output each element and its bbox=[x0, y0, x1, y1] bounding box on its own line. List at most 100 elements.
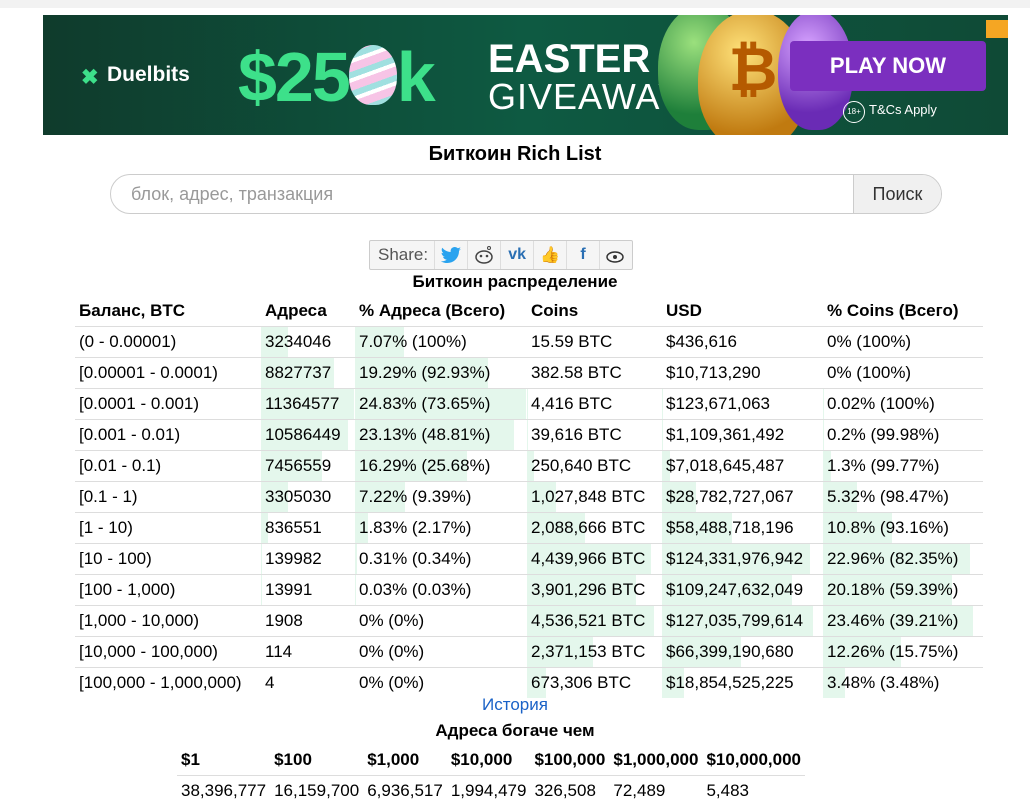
col-balance: Баланс, BTC bbox=[75, 296, 261, 327]
ad-play-button[interactable]: PLAY NOW bbox=[790, 41, 986, 91]
cell-coins-pct-text: 1.3% (99.77%) bbox=[827, 456, 939, 475]
richer-table: $1$100$1,000$10,000$100,000$1,000,000$10… bbox=[177, 745, 805, 806]
cell-coins-pct-text: 22.96% (82.35%) bbox=[827, 549, 958, 568]
richer-header: $1,000 bbox=[363, 745, 447, 776]
richer-value: 326,508 bbox=[530, 776, 609, 806]
ad-terms: 18+T&Cs Apply bbox=[843, 101, 937, 123]
cell-usd: $436,616 bbox=[662, 327, 823, 358]
cell-range-text: [10 - 100) bbox=[79, 549, 152, 568]
vk-icon[interactable]: vk bbox=[500, 241, 533, 269]
cell-coins: 4,416 BTC bbox=[527, 389, 662, 420]
share-bar bbox=[662, 420, 663, 450]
col-usd: USD bbox=[662, 296, 823, 327]
cell-coins-pct: 0% (100%) bbox=[823, 358, 983, 389]
ad-headline-1: EASTER bbox=[488, 39, 650, 79]
twitter-icon[interactable] bbox=[434, 241, 467, 269]
ad-banner[interactable]: ✖Duelbits $25k EASTER GIVEAWAY ₿ PLAY NO… bbox=[43, 15, 1008, 135]
distribution-header-row: Баланс, BTC Адреса % Адреса (Всего) Coin… bbox=[75, 296, 983, 327]
cell-range-text: [0.00001 - 0.0001) bbox=[79, 363, 218, 382]
cell-usd-text: $1,109,361,492 bbox=[666, 425, 784, 444]
ad-choices-icon[interactable] bbox=[986, 20, 1008, 38]
reddit-icon[interactable] bbox=[467, 241, 500, 269]
top-strip bbox=[0, 0, 1030, 8]
cell-addresses: 4 bbox=[261, 668, 355, 699]
cell-addr-pct-text: 23.13% (48.81%) bbox=[359, 425, 490, 444]
cell-addr-pct: 19.29% (92.93%) bbox=[355, 358, 527, 389]
facebook-icon[interactable]: f bbox=[566, 241, 599, 269]
cell-coins-pct: 20.18% (59.39%) bbox=[823, 575, 983, 606]
richer-value: 5,483 bbox=[702, 776, 805, 806]
table-row: [0.00001 - 0.0001) 8827737 19.29% (92.93%)… bbox=[75, 358, 983, 389]
cell-range: [0.0001 - 0.001) bbox=[75, 389, 261, 420]
ad-headline-2: GIVEAWAY bbox=[488, 79, 683, 115]
cell-usd: $18,854,525,225 bbox=[662, 668, 823, 699]
cell-coins-text: 2,371,153 BTC bbox=[531, 642, 645, 661]
share-bar bbox=[355, 544, 357, 574]
richer-header: $100,000 bbox=[530, 745, 609, 776]
cell-addresses: 3305030 bbox=[261, 482, 355, 513]
cell-addr-pct-text: 7.22% (9.39%) bbox=[359, 487, 471, 506]
ad-amount-left: $25 bbox=[238, 38, 349, 116]
cell-coins: 15.59 BTC bbox=[527, 327, 662, 358]
cell-addr-pct: 16.29% (25.68%) bbox=[355, 451, 527, 482]
cell-usd: $66,399,190,680 bbox=[662, 637, 823, 668]
cell-addr-pct: 7.22% (9.39%) bbox=[355, 482, 527, 513]
cell-addresses: 11364577 bbox=[261, 389, 355, 420]
cell-addresses-text: 4 bbox=[265, 673, 274, 692]
richer-value: 16,159,700 bbox=[270, 776, 363, 806]
cell-addresses-text: 139982 bbox=[265, 549, 322, 568]
table-row: [1 - 10)8365511.83% (2.17%)2,088,666 BTC… bbox=[75, 513, 983, 544]
cell-coins: 3,901,296 BTC bbox=[527, 575, 662, 606]
cell-range-text: [1,000 - 10,000) bbox=[79, 611, 199, 630]
cell-range: [10,000 - 100,000) bbox=[75, 637, 261, 668]
search-bar: Поиск bbox=[110, 174, 942, 214]
search-button[interactable]: Поиск bbox=[853, 175, 941, 213]
cell-coins-text: 1,027,848 BTC bbox=[531, 487, 645, 506]
col-addresses: Адреса bbox=[261, 296, 355, 327]
cell-addresses-text: 3234046 bbox=[265, 332, 331, 351]
cell-addr-pct-text: 24.83% (73.65%) bbox=[359, 394, 490, 413]
cell-addresses: 7456559 bbox=[261, 451, 355, 482]
weibo-icon[interactable] bbox=[599, 241, 632, 269]
cell-coins-pct-text: 3.48% (3.48%) bbox=[827, 673, 939, 692]
cell-usd-text: $109,247,632,049 bbox=[666, 580, 803, 599]
col-coins-pct: % Coins (Всего) bbox=[823, 296, 983, 327]
cell-coins-pct: 0.2% (99.98%) bbox=[823, 420, 983, 451]
cell-coins-text: 2,088,666 BTC bbox=[531, 518, 645, 537]
cell-range-text: [0.001 - 0.01) bbox=[79, 425, 180, 444]
table-row: [0.1 - 1)33050307.22% (9.39%)1,027,848 B… bbox=[75, 482, 983, 513]
richer-header: $10,000,000 bbox=[702, 745, 805, 776]
age-badge: 18+ bbox=[843, 101, 865, 123]
cell-addr-pct-text: 1.83% (2.17%) bbox=[359, 518, 471, 537]
cell-range-text: [100 - 1,000) bbox=[79, 580, 175, 599]
cell-usd: $28,782,727,067 bbox=[662, 482, 823, 513]
table-row: [10,000 - 100,000)1140% (0%)2,371,153 BT… bbox=[75, 637, 983, 668]
cell-addresses-text: 8827737 bbox=[265, 363, 331, 382]
cell-coins: 4,536,521 BTC bbox=[527, 606, 662, 637]
cell-coins: 2,371,153 BTC bbox=[527, 637, 662, 668]
cell-addresses: 8827737 bbox=[261, 358, 355, 389]
cell-coins-pct: 3.48% (3.48%) bbox=[823, 668, 983, 699]
richer-header: $100 bbox=[270, 745, 363, 776]
history-link[interactable]: История bbox=[0, 695, 1030, 715]
distribution-table: Баланс, BTC Адреса % Адреса (Всего) Coin… bbox=[75, 296, 983, 698]
richer-header: $10,000 bbox=[447, 745, 531, 776]
cell-addr-pct: 0% (0%) bbox=[355, 637, 527, 668]
cell-coins-pct-text: 10.8% (93.16%) bbox=[827, 518, 949, 537]
cell-coins-text: 4,439,966 BTC bbox=[531, 549, 645, 568]
table-row: (0 - 0.00001)32340467.07% (100%)15.59 BT… bbox=[75, 327, 983, 358]
cell-usd-text: $124,331,976,942 bbox=[666, 549, 803, 568]
cell-coins-pct: 12.26% (15.75%) bbox=[823, 637, 983, 668]
cell-range-text: [1 - 10) bbox=[79, 518, 133, 537]
search-input[interactable] bbox=[111, 175, 871, 213]
cell-usd: $123,671,063 bbox=[662, 389, 823, 420]
cell-coins: 1,027,848 BTC bbox=[527, 482, 662, 513]
cell-range-text: [100,000 - 1,000,000) bbox=[79, 673, 242, 692]
table-row: [0.01 - 0.1)745655916.29% (25.68%)250,64… bbox=[75, 451, 983, 482]
duelbits-logo-icon: ✖ bbox=[81, 65, 103, 87]
like-icon[interactable]: 👍 bbox=[533, 241, 566, 269]
richer-title: Адреса богаче чем bbox=[0, 721, 1030, 741]
cell-range: [1 - 10) bbox=[75, 513, 261, 544]
cell-range: [1,000 - 10,000) bbox=[75, 606, 261, 637]
cell-coins-pct-text: 0% (100%) bbox=[827, 363, 911, 382]
